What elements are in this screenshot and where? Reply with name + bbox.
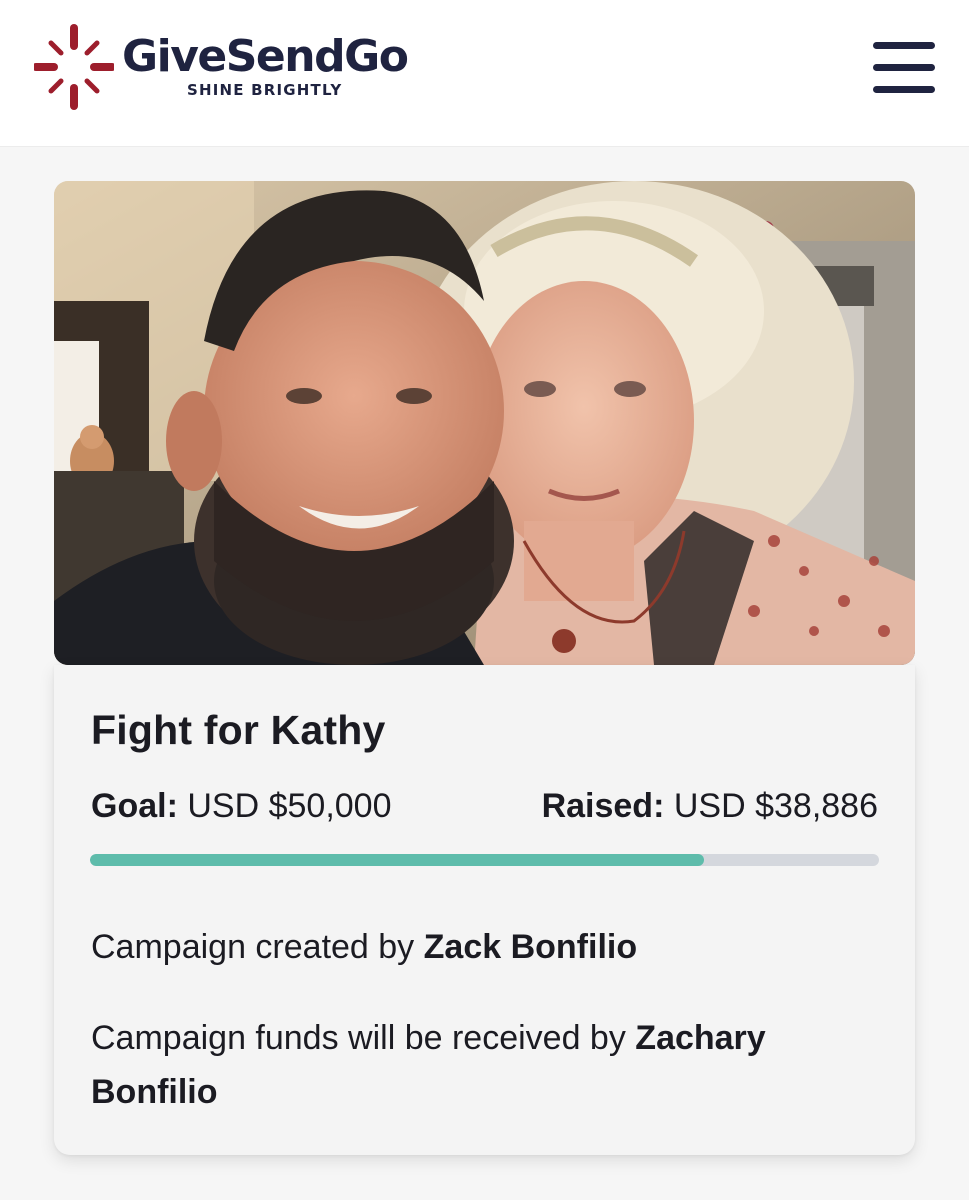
creator-prefix: Campaign created by	[91, 928, 415, 966]
campaign-creator: Campaign created by Zack Bonfilio	[91, 920, 851, 974]
progress-bar	[90, 854, 879, 866]
site-header: GiveSendGo SHINE BRIGHTLY	[0, 0, 969, 147]
brand-name: GiveSendGo	[122, 31, 409, 82]
goal-stat: Goal: USD $50,000	[91, 787, 392, 826]
raised-label: Raised:	[541, 787, 665, 825]
goal-label: Goal:	[91, 787, 178, 825]
campaign-title: Fight for Kathy	[91, 707, 386, 753]
campaign-card: Fight for Kathy Goal: USD $50,000 Raised…	[54, 665, 915, 1155]
creator-name[interactable]: Zack Bonfilio	[424, 928, 637, 966]
spark-logo-icon	[34, 24, 114, 110]
recipient-prefix: Campaign funds will be received by	[91, 1019, 626, 1057]
progress-bar-fill	[90, 854, 704, 866]
raised-stat: Raised: USD $38,886	[542, 787, 878, 826]
campaign-photo-illustration	[54, 181, 915, 665]
campaign-photo	[54, 181, 915, 665]
site-logo[interactable]: GiveSendGo SHINE BRIGHTLY	[34, 24, 409, 110]
hamburger-menu-icon[interactable]	[873, 40, 935, 94]
campaign-recipient: Campaign funds will be received by Zacha…	[91, 1011, 851, 1119]
brand-tagline: SHINE BRIGHTLY	[186, 81, 343, 99]
goal-value: USD $50,000	[187, 787, 392, 825]
raised-value: USD $38,886	[673, 787, 878, 825]
